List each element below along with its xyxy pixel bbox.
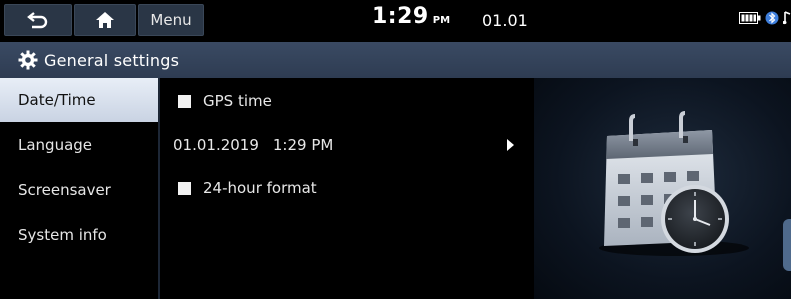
home-button[interactable] — [74, 4, 136, 36]
status-date: 01.01 — [482, 11, 528, 30]
top-status-bar: Menu 1:29 PM 01.01 — [0, 0, 791, 42]
sidebar-item-language[interactable]: Language — [0, 123, 158, 167]
24-hour-format-label: 24-hour format — [203, 179, 317, 197]
clock-time: 1:29 — [372, 4, 429, 29]
clock: 1:29 PM — [372, 4, 450, 38]
home-icon — [96, 12, 114, 28]
gps-time-checkbox[interactable] — [178, 94, 191, 108]
time-value: 1:29 PM — [272, 136, 334, 154]
panel-handle[interactable] — [783, 219, 791, 271]
calendar-illustration — [534, 78, 791, 299]
settings-header: General settings — [0, 42, 791, 78]
battery-icon — [739, 12, 761, 24]
sidebar-item-system-info[interactable]: System info — [0, 213, 158, 257]
music-note-icon — [783, 11, 791, 25]
sidebar: Date/Time Language Screensaver System in… — [0, 78, 158, 299]
date-value: 01.01.2019 — [173, 136, 259, 154]
sidebar-item-label: Screensaver — [18, 181, 111, 199]
gear-icon — [18, 50, 38, 70]
sidebar-item-label: System info — [18, 226, 107, 244]
page-title: General settings — [44, 50, 180, 70]
sidebar-item-date-time[interactable]: Date/Time — [0, 78, 158, 122]
back-button[interactable] — [4, 4, 72, 36]
date-time-setting[interactable]: 01.01.2019 1:29 PM — [160, 134, 530, 156]
menu-label: Menu — [150, 11, 192, 29]
gps-time-option[interactable]: GPS time — [160, 90, 530, 112]
back-icon — [27, 12, 48, 29]
settings-content: GPS time 01.01.2019 1:29 PM 24-hour form… — [160, 78, 534, 299]
sidebar-item-screensaver[interactable]: Screensaver — [0, 168, 158, 212]
24-hour-format-option[interactable]: 24-hour format — [160, 177, 530, 199]
sidebar-item-label: Date/Time — [18, 91, 96, 109]
menu-button[interactable]: Menu — [138, 4, 204, 36]
calendar-clock-icon — [599, 111, 749, 256]
gps-time-label: GPS time — [203, 92, 272, 110]
bluetooth-icon — [765, 11, 779, 25]
clock-ampm: PM — [432, 15, 451, 26]
status-icons — [739, 9, 791, 27]
sidebar-item-label: Language — [18, 136, 93, 154]
24-hour-format-checkbox[interactable] — [178, 181, 191, 195]
chevron-right-icon — [507, 139, 514, 151]
